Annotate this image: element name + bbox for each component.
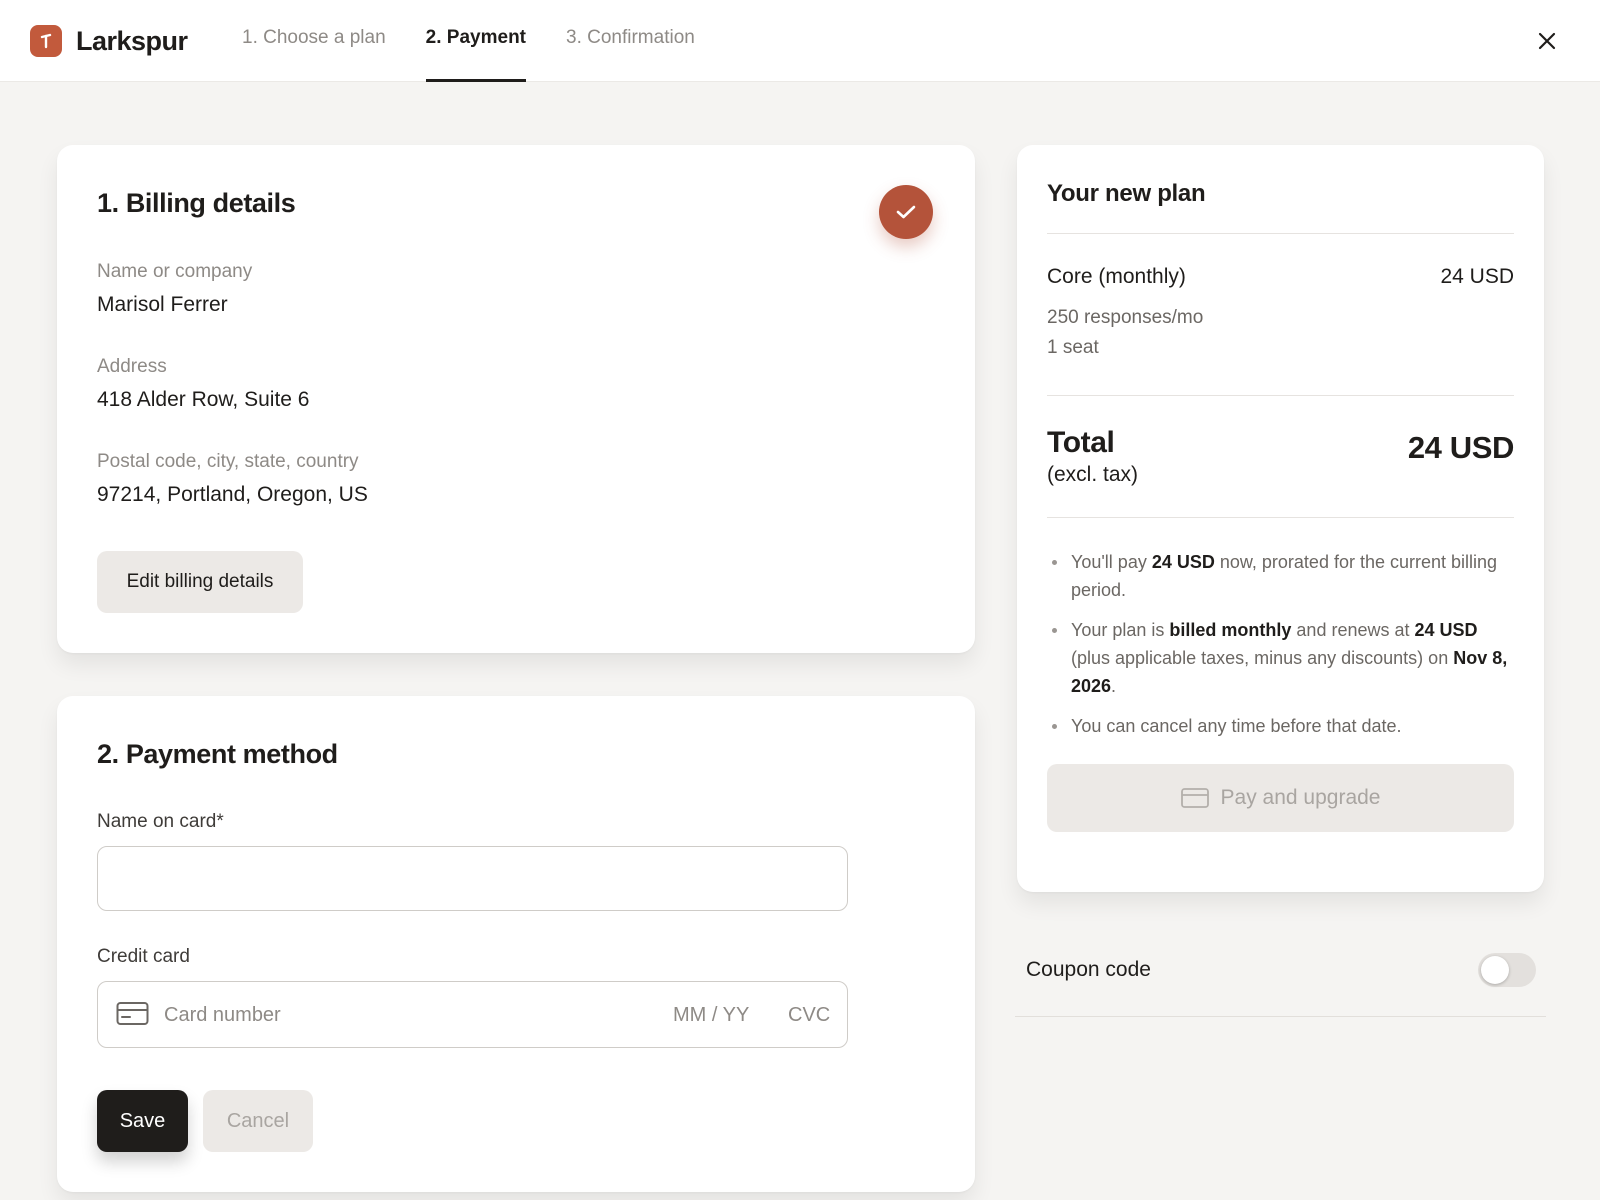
credit-card-icon [1180, 788, 1209, 808]
billing-title: 1. Billing details [97, 188, 296, 218]
toggle-knob [1481, 956, 1509, 984]
checkout-steps: 1. Choose a plan 2. Payment 3. Confirmat… [242, 0, 735, 82]
brand[interactable]: Larkspur [30, 25, 188, 57]
coupon-row: Coupon code [1015, 935, 1546, 1017]
summary-title: Your new plan [1047, 180, 1206, 207]
pay-and-upgrade-button[interactable]: Pay and upgrade [1047, 764, 1514, 832]
payment-method-card: 2. Payment method Name on card* Credit c… [57, 696, 975, 1192]
billing-note: You can cancel any time before that date… [1047, 712, 1517, 740]
billing-complete-badge [879, 185, 933, 239]
plan-summary-card: Your new plan Core (monthly) 24 USD 250 … [1017, 145, 1544, 892]
total-amount: 24 USD [1407, 430, 1515, 465]
address-value: 418 Alder Row, Suite 6 [97, 388, 310, 411]
billing-details-card: 1. Billing details Name or company Maris… [57, 145, 975, 653]
payment-title: 2. Payment method [97, 739, 338, 769]
location-value: 97214, Portland, Oregon, US [97, 483, 368, 506]
plan-feature: 250 responses/mo [1047, 307, 1204, 328]
step-confirmation[interactable]: 3. Confirmation [566, 0, 695, 82]
total-label: Total [1047, 426, 1115, 459]
save-button[interactable]: Save [97, 1090, 188, 1152]
total-tax-note: (excl. tax) [1047, 463, 1139, 486]
pay-button-label: Pay and upgrade [1220, 786, 1381, 809]
credit-card-field[interactable]: Card number MM / YY CVC [97, 981, 848, 1048]
divider [1047, 233, 1514, 234]
step-payment[interactable]: 2. Payment [425, 0, 527, 82]
name-on-card-label: Name on card* [97, 811, 224, 832]
coupon-toggle[interactable] [1478, 953, 1536, 987]
divider [1047, 395, 1514, 396]
plan-price: 24 USD [1440, 265, 1514, 288]
brand-name: Larkspur [76, 25, 188, 56]
close-icon [1538, 32, 1556, 50]
name-value: Marisol Ferrer [97, 293, 228, 316]
card-number-input[interactable]: Card number [164, 1004, 281, 1027]
expiry-input[interactable]: MM / YY [673, 1004, 749, 1027]
credit-card-icon [116, 1002, 149, 1025]
address-label: Address [97, 356, 167, 377]
close-button[interactable] [1533, 27, 1561, 55]
billing-note: Your plan is billed monthly and renews a… [1047, 616, 1517, 700]
cancel-button[interactable]: Cancel [203, 1090, 313, 1152]
credit-card-label: Credit card [97, 946, 190, 967]
step-choose-plan[interactable]: 1. Choose a plan [242, 0, 386, 82]
coupon-label: Coupon code [1026, 958, 1151, 981]
divider [1047, 517, 1514, 518]
name-on-card-input[interactable] [97, 846, 848, 911]
billing-note: You'll pay 24 USD now, prorated for the … [1047, 548, 1517, 604]
billing-notes: You'll pay 24 USD now, prorated for the … [1047, 548, 1517, 752]
top-bar: Larkspur 1. Choose a plan 2. Payment 3. … [0, 0, 1600, 82]
plan-name: Core (monthly) [1047, 265, 1186, 288]
plan-feature: 1 seat [1047, 337, 1099, 358]
check-icon [896, 205, 916, 219]
larkspur-logo-icon [30, 25, 62, 57]
edit-billing-button[interactable]: Edit billing details [97, 551, 303, 613]
cvc-input[interactable]: CVC [788, 1004, 830, 1027]
location-label: Postal code, city, state, country [97, 451, 359, 472]
name-label: Name or company [97, 261, 253, 282]
